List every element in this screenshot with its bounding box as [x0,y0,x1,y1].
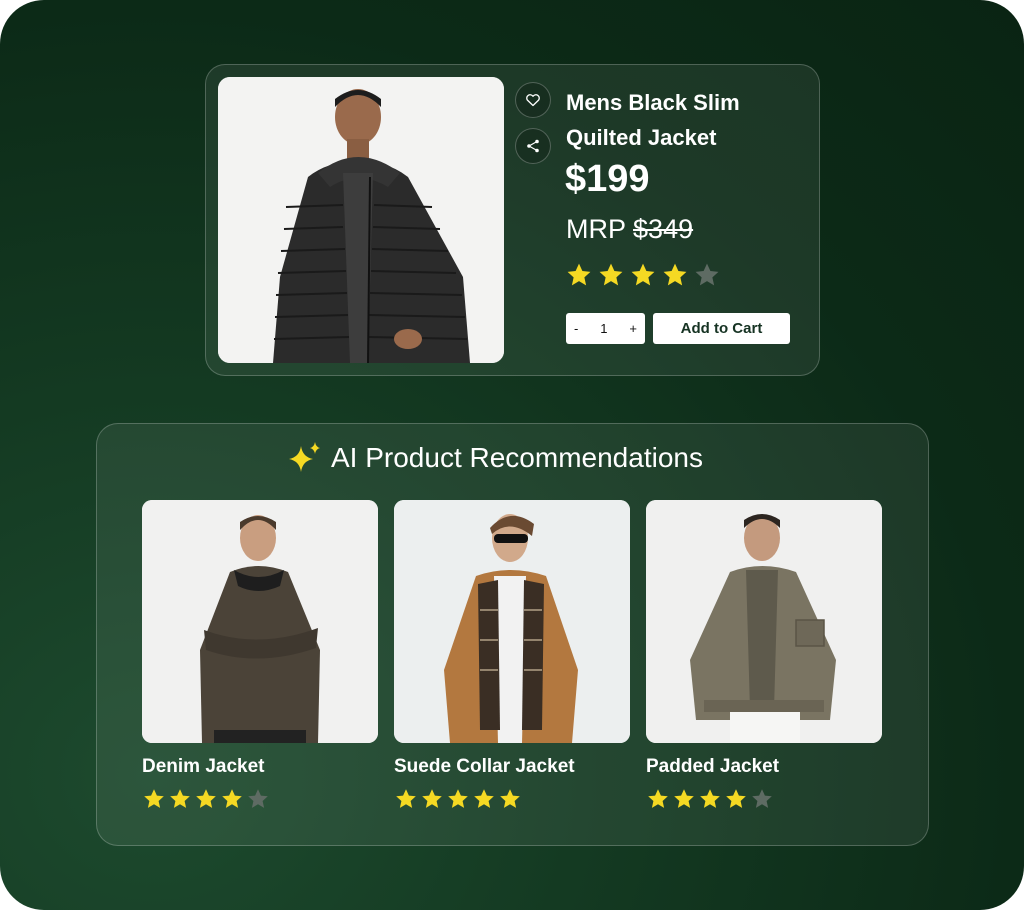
padded-jacket-model-image [646,500,882,743]
quantity-value[interactable]: 1 [600,321,607,336]
recommendation-name[interactable]: Suede Collar Jacket [394,755,630,779]
star-filled-icon [648,789,668,808]
star-filled-icon [599,263,623,286]
recommendations-title: AI Product Recommendations [331,442,703,473]
recommendation-image[interactable] [394,500,630,743]
product-title: Mens Black Slim Quilted Jacket [566,85,796,155]
star-filled-icon [422,789,442,808]
sparkle-icon [289,442,320,472]
recommendation-image[interactable] [142,500,378,743]
star-empty-icon [248,789,268,808]
star-filled-icon [170,789,190,808]
recommendation-name[interactable]: Padded Jacket [646,755,882,779]
star-filled-icon [663,263,687,286]
decrease-quantity-button[interactable]: - [574,321,578,336]
star-filled-icon [726,789,746,808]
product-price: $199 [565,158,650,200]
quilted-jacket-model-image [218,77,504,363]
mrp-value: $349 [633,214,694,244]
recommendation-item-suede-collar-jacket[interactable]: Suede Collar Jacket [394,500,630,811]
star-filled-icon [222,789,242,808]
star-filled-icon [474,789,494,808]
recommendations-heading: AI Product Recommendations [287,438,703,478]
share-icon [527,139,539,153]
star-filled-icon [396,789,416,808]
star-filled-icon [196,789,216,808]
star-filled-icon [144,789,164,808]
quantity-stepper: - 1 + [566,313,645,344]
star-filled-icon [631,263,655,286]
recommendation-rating [646,787,882,811]
star-filled-icon [674,789,694,808]
mrp-label: MRP [566,214,626,244]
product-rating [565,261,721,289]
star-filled-icon [448,789,468,808]
product-image[interactable] [218,77,504,363]
denim-jacket-model-image [142,500,378,743]
product-mrp: MRP $349 [566,211,693,247]
recommendation-item-denim-jacket[interactable]: Denim Jacket [142,500,378,811]
page-background: Mens Black Slim Quilted Jacket $199 MRP … [0,0,1024,910]
recommendations-card: AI Product Recommendations Denim Jacket [96,423,929,846]
product-card: Mens Black Slim Quilted Jacket $199 MRP … [205,64,820,376]
suede-collar-jacket-model-image [394,500,630,743]
recommendation-rating [142,787,378,811]
increase-quantity-button[interactable]: + [629,321,637,336]
product-title-line-2: Quilted Jacket [566,125,717,150]
recommendation-item-padded-jacket[interactable]: Padded Jacket [646,500,882,811]
recommendation-name[interactable]: Denim Jacket [142,755,378,779]
wishlist-button[interactable] [515,82,551,118]
add-to-cart-button[interactable]: Add to Cart [653,313,790,344]
star-filled-icon [700,789,720,808]
heart-icon [526,94,540,107]
star-filled-icon [500,789,520,808]
recommendation-rating [394,787,630,811]
product-title-line-1: Mens Black Slim [566,90,740,115]
recommendation-image[interactable] [646,500,882,743]
star-filled-icon [567,263,591,286]
star-empty-icon [752,789,772,808]
share-button[interactable] [515,128,551,164]
star-empty-icon [695,263,719,286]
